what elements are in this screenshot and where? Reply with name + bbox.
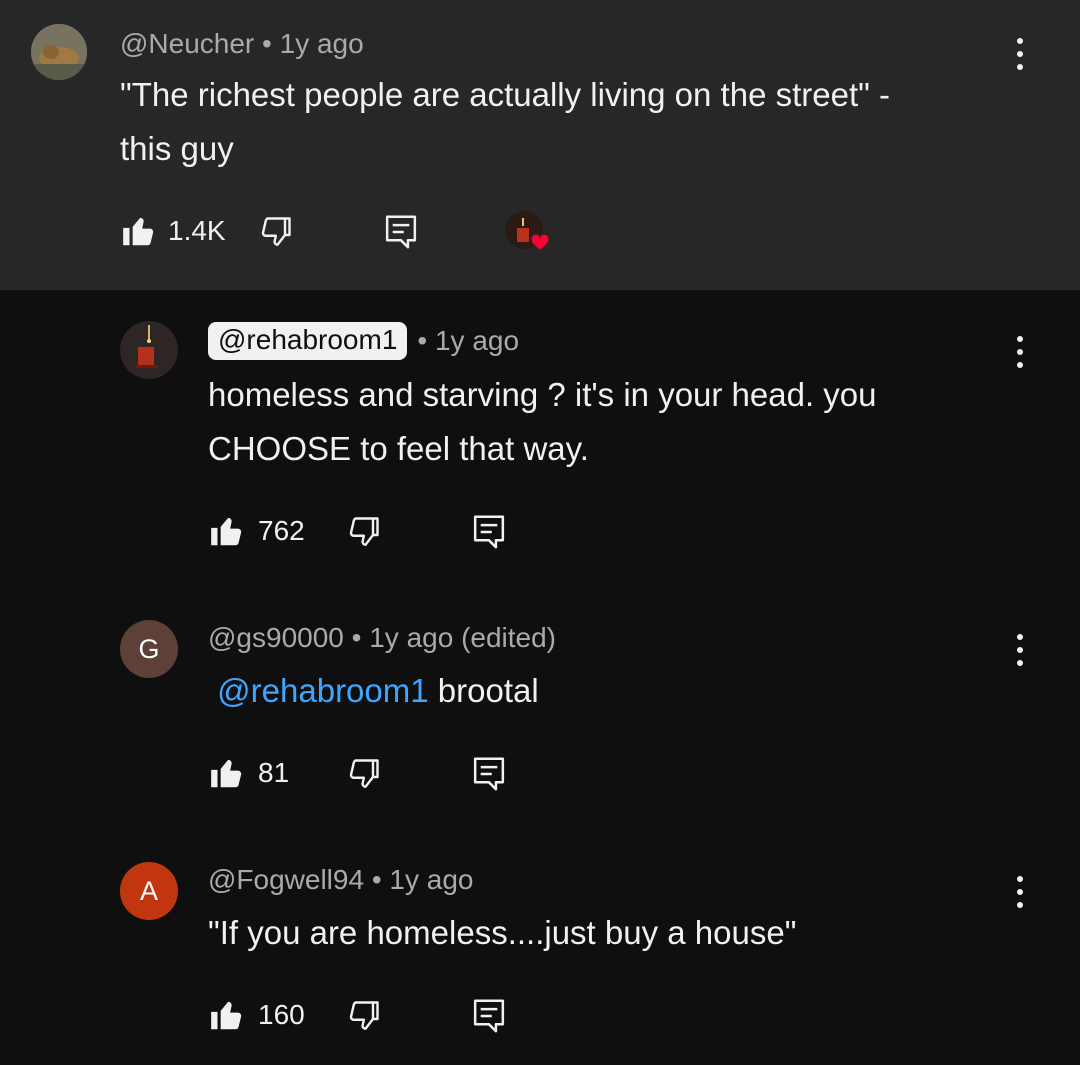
dislike-icon[interactable] (346, 756, 382, 792)
comment-meta: • 1y ago (364, 864, 474, 895)
avatar-neucher[interactable] (31, 24, 87, 80)
comment-meta: • 1y ago (417, 325, 520, 356)
like-count: 81 (258, 757, 290, 788)
reply-icon[interactable] (472, 998, 506, 1034)
mention-link[interactable]: @rehabroom1 (217, 672, 428, 709)
comment-actions: 160 (208, 994, 528, 1038)
comment-text: "The richest people are actually living … (120, 68, 890, 176)
avatar-letter: G (138, 633, 160, 664)
comment-text-line: @rehabroom1 brootal (208, 664, 539, 718)
comment-header: @Neucher • 1y ago (120, 24, 364, 64)
avatar-rehabroom1[interactable] (120, 321, 178, 379)
comment-actions: 81 (208, 752, 528, 796)
comment-text-line: CHOOSE to feel that way. (208, 430, 589, 467)
avatar-image (120, 321, 178, 379)
like-icon[interactable] (208, 512, 246, 550)
comment-text: homeless and starving ? it's in your hea… (208, 368, 877, 476)
comment-meta: • 1y ago (254, 28, 364, 59)
comment-handle[interactable]: @Fogwell94 (208, 864, 364, 896)
avatar-image (31, 24, 87, 80)
comment-text-line: "If you are homeless....just buy a house… (208, 914, 797, 951)
comment-text-line: homeless and starving ? it's in your hea… (208, 376, 877, 413)
comment-actions: 1.4K (120, 210, 580, 254)
comment-header: @gs90000 • 1y ago (edited) (208, 618, 556, 658)
like-icon[interactable] (208, 754, 246, 792)
comment-header: @Fogwell94 • 1y ago (208, 860, 474, 900)
comment-meta: • 1y ago (edited) (343, 622, 557, 653)
comment-header: @rehabroom1 • 1y ago (208, 320, 519, 362)
highlighted-comment: @Neucher • 1y ago "The richest people ar… (0, 0, 1080, 290)
comment-text-line: this guy (120, 130, 234, 167)
comment-handle-highlighted[interactable]: @rehabroom1 (208, 322, 408, 360)
reply-icon[interactable] (384, 214, 418, 250)
avatar-letter: A (139, 875, 158, 906)
reply-comment: A @Fogwell94 • 1y ago "If you are homele… (0, 832, 1080, 1065)
reply-icon[interactable] (472, 756, 506, 792)
comment-handle[interactable]: @Neucher (120, 28, 254, 60)
more-vert-icon[interactable] (1016, 38, 1024, 74)
like-icon[interactable] (120, 212, 158, 250)
comment-text: "If you are homeless....just buy a house… (208, 906, 796, 960)
creator-avatar-heart-icon (505, 211, 550, 253)
reply-comment: G @gs90000 • 1y ago (edited) @rehabroom1… (0, 590, 1080, 830)
avatar-gs90000[interactable]: G (120, 620, 178, 678)
more-vert-icon[interactable] (1016, 634, 1024, 670)
creator-heart (504, 210, 560, 263)
more-vert-icon[interactable] (1016, 876, 1024, 912)
reply-icon[interactable] (472, 514, 506, 550)
more-vert-icon[interactable] (1016, 336, 1024, 372)
dislike-icon[interactable] (346, 514, 382, 550)
like-count: 1.4K (168, 215, 226, 246)
comment-text-content: brootal (428, 672, 539, 709)
avatar-fogwell94[interactable]: A (120, 862, 178, 920)
like-count: 762 (258, 515, 305, 546)
like-count: 160 (258, 999, 305, 1030)
dislike-icon[interactable] (346, 998, 382, 1034)
comment-actions: 762 (208, 510, 528, 554)
dislike-icon[interactable] (258, 214, 294, 250)
comment-text: @rehabroom1 brootal (208, 664, 539, 718)
comment-text-line: "The richest people are actually living … (120, 76, 890, 113)
comment-handle[interactable]: @gs90000 (208, 622, 344, 654)
reply-comment: @rehabroom1 • 1y ago homeless and starvi… (0, 290, 1080, 590)
like-icon[interactable] (208, 996, 246, 1034)
